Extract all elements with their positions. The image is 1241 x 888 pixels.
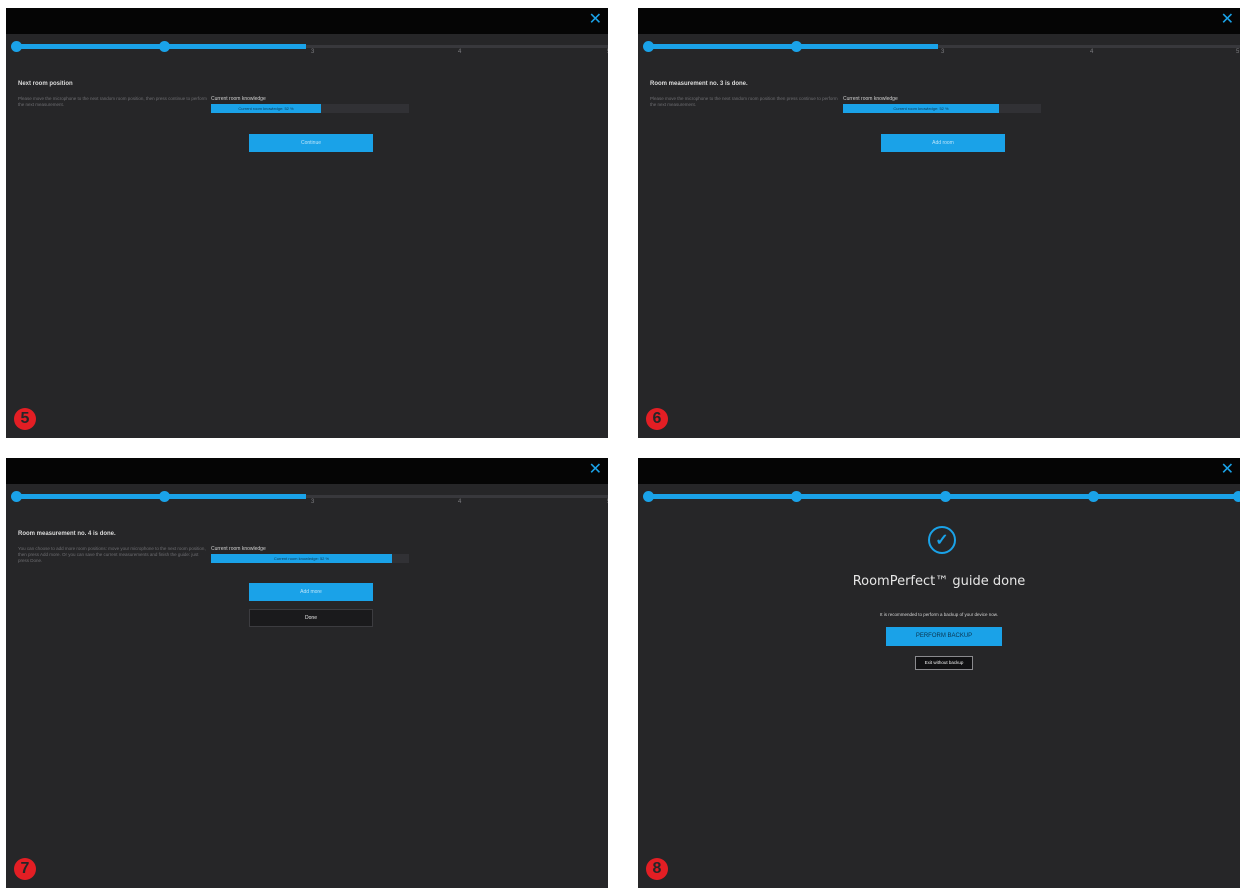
panel-step-7: ✕ 3 4 5 Room measurement no. 4 is done. … [6, 458, 608, 888]
knowledge-bar: Current room knowledge: 52 % [211, 554, 409, 563]
knowledge-label: Current room knowledge [211, 96, 266, 102]
progress-stepper: 3 4 5 [6, 39, 608, 55]
instruction-text: You can choose to add more room position… [18, 546, 206, 563]
step-node-2 [159, 491, 170, 502]
panel-step-5: ✕ 3 4 5 Next room position Please move t… [6, 8, 608, 438]
progress-stepper: 3 4 5 [6, 489, 608, 505]
step-node-1 [643, 491, 654, 502]
step-node-3: 3 [941, 40, 944, 58]
checkmark-icon: ✓ [928, 526, 956, 554]
step-badge: 7 [14, 858, 36, 880]
step-node-3: 3 [311, 490, 314, 508]
step-node-5: 5 [607, 40, 608, 58]
close-icon[interactable]: ✕ [589, 460, 602, 480]
step-badge: 8 [646, 858, 668, 880]
title-bar: ✕ [638, 458, 1240, 484]
panel-step-6: ✕ 3 4 5 Room measurement no. 3 is done. … [638, 8, 1240, 438]
progress-stepper [638, 489, 1240, 503]
instruction-text: Please move the microphone to the next r… [18, 96, 207, 107]
knowledge-bar-text: Current room knowledge: 52 % [273, 556, 330, 561]
step-number: 3 [311, 499, 315, 505]
title-bar: ✕ [6, 8, 608, 34]
page-heading: Room measurement no. 4 is done. [18, 531, 116, 537]
step-badge: 6 [646, 408, 668, 430]
page-title: RoomPerfect™ guide done [852, 574, 1026, 589]
step-node-1 [643, 41, 654, 52]
step-number: 3 [941, 49, 945, 55]
knowledge-label: Current room knowledge [843, 96, 898, 102]
add-more-button[interactable]: Add more [249, 583, 373, 601]
instruction-text: Please move the microphone to the next r… [650, 96, 838, 107]
step-number: 5 [607, 49, 608, 55]
step-node-4: 4 [458, 490, 461, 508]
knowledge-bar: Current room knowledge: 52 % [843, 104, 1041, 113]
panel-step-8: ✕ ✓ RoomPerfect™ guide done It is recomm… [638, 458, 1240, 888]
step-node-5: 5 [1236, 40, 1239, 58]
knowledge-bar-text: Current room knowledge: 52 % [893, 106, 949, 111]
continue-button[interactable]: Continue [249, 134, 373, 152]
step-node-2 [159, 41, 170, 52]
add-room-button[interactable]: Add room [881, 134, 1005, 152]
step-badge: 5 [14, 408, 36, 430]
page-heading: Room measurement no. 3 is done. [650, 81, 748, 87]
step-number: 5 [607, 499, 608, 505]
knowledge-bar: Current room knowledge: 52 % [211, 104, 409, 113]
close-icon[interactable]: ✕ [589, 10, 602, 30]
knowledge-bar-text: Current room knowledge: 52 % [238, 106, 294, 111]
step-node-4: 4 [1090, 40, 1093, 58]
step-node-5 [1233, 491, 1240, 502]
step-node-3: 3 [311, 40, 314, 58]
step-number: 4 [1090, 49, 1094, 55]
close-icon[interactable]: ✕ [1221, 460, 1234, 480]
page-heading: Next room position [18, 81, 73, 87]
progress-stepper: 3 4 5 [638, 39, 1240, 55]
step-number: 4 [458, 49, 462, 55]
step-node-5: 5 [607, 490, 608, 508]
done-button[interactable]: Done [249, 609, 373, 627]
perform-backup-button[interactable]: PERFORM BACKUP [886, 627, 1002, 646]
step-number: 4 [458, 499, 462, 505]
knowledge-label: Current room knowledge [211, 546, 266, 552]
backup-recommendation: It is recommended to perform a backup of… [879, 612, 999, 617]
step-node-1 [11, 491, 22, 502]
exit-without-backup-button[interactable]: Exit without backup [915, 656, 973, 670]
step-node-2 [791, 491, 802, 502]
step-node-3 [940, 491, 951, 502]
step-node-1 [11, 41, 22, 52]
step-node-4: 4 [458, 40, 461, 58]
close-icon[interactable]: ✕ [1221, 10, 1234, 30]
step-number: 5 [1236, 49, 1240, 55]
step-node-4 [1088, 491, 1099, 502]
title-bar: ✕ [6, 458, 608, 484]
title-bar: ✕ [638, 8, 1240, 34]
step-number: 3 [311, 49, 315, 55]
step-node-2 [791, 41, 802, 52]
